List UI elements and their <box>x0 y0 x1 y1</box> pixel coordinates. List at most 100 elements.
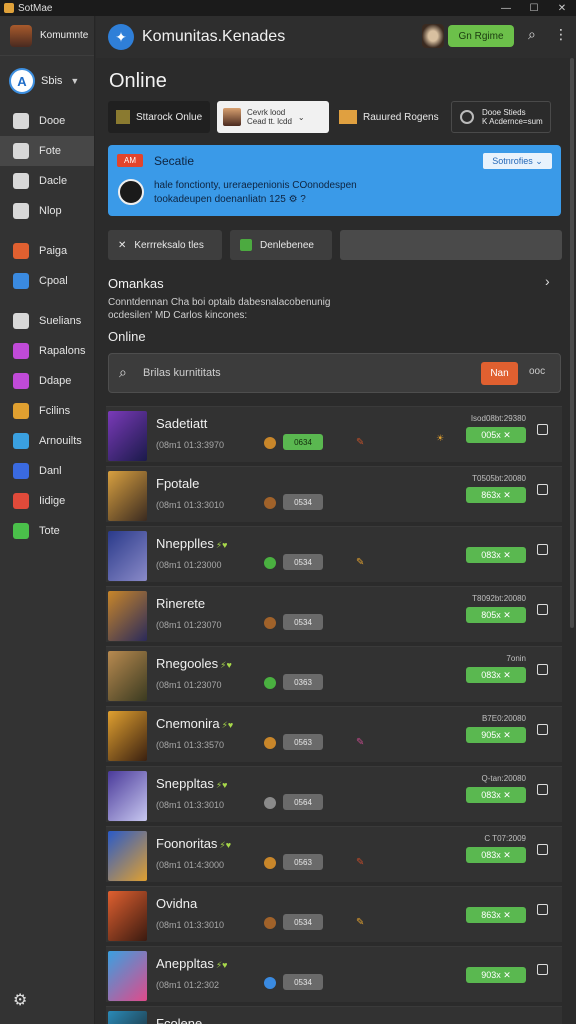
tab-status[interactable]: Dooe Stieds K Acdernce=sum <box>451 101 551 133</box>
search-input[interactable]: Brilas kurnititats <box>143 367 221 379</box>
tab-dropdown[interactable]: Cevrk lood Cead tt. lcdd ⌄ <box>217 101 329 133</box>
sidebar-item-tote[interactable]: Tote <box>0 516 94 546</box>
tab-online[interactable]: Sttarock Onlue <box>108 101 210 133</box>
edit-icon[interactable] <box>537 784 548 795</box>
settings-gear-icon[interactable]: ⚙ <box>13 990 27 1010</box>
sidebar-item-ddape[interactable]: Ddape <box>0 366 94 396</box>
member-name-wrap: Rnegooles ⚡♥ <box>156 656 232 671</box>
member-action-button[interactable]: 083x ✕ <box>466 547 526 563</box>
member-action-button[interactable]: 863x ✕ <box>466 907 526 923</box>
gift-icon <box>13 493 29 509</box>
member-search: ⌕ Brilas kurnititats Nan ooc <box>108 353 561 393</box>
member-row[interactable]: Nnepplles ⚡♥ (08m1 01:23000 0534 ✎ 083x ✕ <box>106 526 562 582</box>
member-action-button[interactable]: 083x ✕ <box>466 667 526 683</box>
sidebar-item-fote[interactable]: Fote <box>0 136 94 166</box>
download-button[interactable]: Denlebenee <box>230 230 332 260</box>
member-row[interactable]: Cnemonira ⚡♥ (08m1 01:3:3570 0563 ✎ B7E0:2008… <box>106 706 562 762</box>
sidebar-item-dooe[interactable]: Dooe <box>0 106 94 136</box>
close-button[interactable]: ✕ <box>548 0 576 16</box>
member-name-wrap: Ovidna <box>156 896 199 911</box>
status-ring-icon <box>460 110 474 124</box>
member-action-button[interactable]: 805x ✕ <box>466 607 526 623</box>
sidebar-item-cpoal[interactable]: Cpoal <box>0 266 94 296</box>
member-row[interactable]: Rnegooles ⚡♥ (08m1 01:23070 0363 7onin 083x ✕ <box>106 646 562 702</box>
sidebar-item-arnouilts[interactable]: Arnouilts <box>0 426 94 456</box>
sidebar-group-main: Dooe Fote Dacle Nlop <box>0 106 94 226</box>
search-button[interactable]: Nan <box>481 362 518 385</box>
page-title: Online <box>109 70 167 92</box>
sidebar-item-iidige[interactable]: Iidige <box>0 486 94 516</box>
filter-tabs: Sttarock Onlue Cevrk lood Cead tt. lcdd … <box>108 101 562 133</box>
edit-icon[interactable] <box>537 964 548 975</box>
sidebar-item-label: Nlop <box>39 205 62 217</box>
app-logo-icon <box>4 3 14 13</box>
search-icon: ⌕ <box>119 364 127 380</box>
more-menu-icon[interactable]: ⋮ <box>554 26 568 43</box>
workspace-label: Sbis <box>41 75 63 87</box>
member-action-button[interactable]: 005x ✕ <box>466 427 526 443</box>
member-row[interactable]: Sadetiatt (08m1 01:3:3970 0634 ✎ Isod08bt:29… <box>106 406 562 462</box>
tab-rewards-icon <box>339 110 357 124</box>
section-title: Omankas <box>108 276 164 291</box>
member-avatar <box>108 1011 147 1024</box>
member-action-button[interactable]: 863x ✕ <box>466 487 526 503</box>
brush-icon: ✎ <box>356 437 365 448</box>
scrollbar[interactable] <box>570 58 574 628</box>
sidebar-group-tools: Suelians Rapalons Ddape Fcilins Arnouilts Dan… <box>0 306 94 546</box>
chevron-right-icon[interactable]: › <box>545 273 550 289</box>
status-dot-icon <box>264 797 276 809</box>
edit-icon[interactable] <box>537 844 548 855</box>
member-row[interactable]: Aneppltas ⚡♥ (08m1 01:2:302 0534 903x ✕ <box>106 946 562 1002</box>
sidebar-item-rapalons[interactable]: Rapalons <box>0 336 94 366</box>
tools-button[interactable]: ✕ Kerrreksalo tles <box>108 230 222 260</box>
member-timestamp: (08m1 01:23000 <box>156 560 222 570</box>
workspace-icon: A <box>9 68 35 94</box>
sidebar-item-paiga[interactable]: Paiga <box>0 236 94 266</box>
edit-icon[interactable] <box>537 664 548 675</box>
member-tags: ⚡♥ <box>221 720 234 730</box>
edit-icon[interactable] <box>537 724 548 735</box>
member-row[interactable]: Rinerete (08m1 01:23070 0534 T8092bt:20080 8… <box>106 586 562 642</box>
sidebar-item-label: Tote <box>39 525 60 537</box>
edit-icon[interactable] <box>537 484 548 495</box>
member-row[interactable]: Fcolene(08m1 01:2:31700536✎083x ✕ <box>106 1006 562 1024</box>
header-avatar[interactable] <box>422 24 444 48</box>
sidebar-item-suelians[interactable]: Suelians <box>0 306 94 336</box>
notice-dropdown-button[interactable]: Sotnrofies ⌄ <box>483 153 552 169</box>
member-action-button[interactable]: 083x ✕ <box>466 847 526 863</box>
maximize-button[interactable]: ☐ <box>520 0 548 16</box>
tab-rewards[interactable]: Rauured Rogens <box>329 101 447 133</box>
member-action-button[interactable]: 083x ✕ <box>466 787 526 803</box>
member-row[interactable]: Ovidna (08m1 01:3:3010 0534 ✎ 863x ✕ <box>106 886 562 942</box>
empty-action-slot[interactable] <box>340 230 562 260</box>
sidebar-item-danl[interactable]: Danl <box>0 456 94 486</box>
download-icon <box>240 239 252 251</box>
sidebar-user[interactable]: Komumnte <box>0 16 94 56</box>
member-row[interactable]: Sneppltas ⚡♥ (08m1 01:3:3010 0564 Q-tan:2008… <box>106 766 562 822</box>
section-text: Conntdennan Cha boi optaib dabesnalacobe… <box>108 297 331 308</box>
sidebar-item-label: Arnouilts <box>39 435 82 447</box>
edit-icon[interactable] <box>537 544 548 555</box>
edit-icon[interactable] <box>537 604 548 615</box>
minimize-button[interactable]: — <box>492 0 520 16</box>
workspace-switcher[interactable]: A Sbis ▼ <box>0 56 94 106</box>
sidebar-item-fcilins[interactable]: Fcilins <box>0 396 94 426</box>
sidebar-item-dacle[interactable]: Dacle <box>0 166 94 196</box>
window-title: SotMae <box>18 2 53 14</box>
header-action-button[interactable]: Gn Rgime <box>448 25 514 47</box>
edit-icon[interactable] <box>537 424 548 435</box>
brush-icon: ✎ <box>356 737 365 748</box>
search-secondary[interactable]: ooc <box>529 366 545 377</box>
sidebar-item-label: Fote <box>39 145 62 157</box>
member-row[interactable]: Foonoritas ⚡♥ (08m1 01:4:3000 0563 ✎ C T07:20… <box>106 826 562 882</box>
tab-label-line2: K Acdernce=sum <box>482 117 543 126</box>
search-icon[interactable]: ⌕ <box>528 26 536 43</box>
member-action-button[interactable]: 903x ✕ <box>466 967 526 983</box>
image-icon <box>13 343 29 359</box>
member-row[interactable]: Fpotale (08m1 01:3:3010 0534 T0505bt:20080 8… <box>106 466 562 522</box>
sidebar-item-nlop[interactable]: Nlop <box>0 196 94 226</box>
edit-icon[interactable] <box>537 904 548 915</box>
sidebar-item-label: Cpoal <box>39 275 68 287</box>
member-timestamp: (08m1 01:2:302 <box>156 980 220 990</box>
member-action-button[interactable]: 905x ✕ <box>466 727 526 743</box>
